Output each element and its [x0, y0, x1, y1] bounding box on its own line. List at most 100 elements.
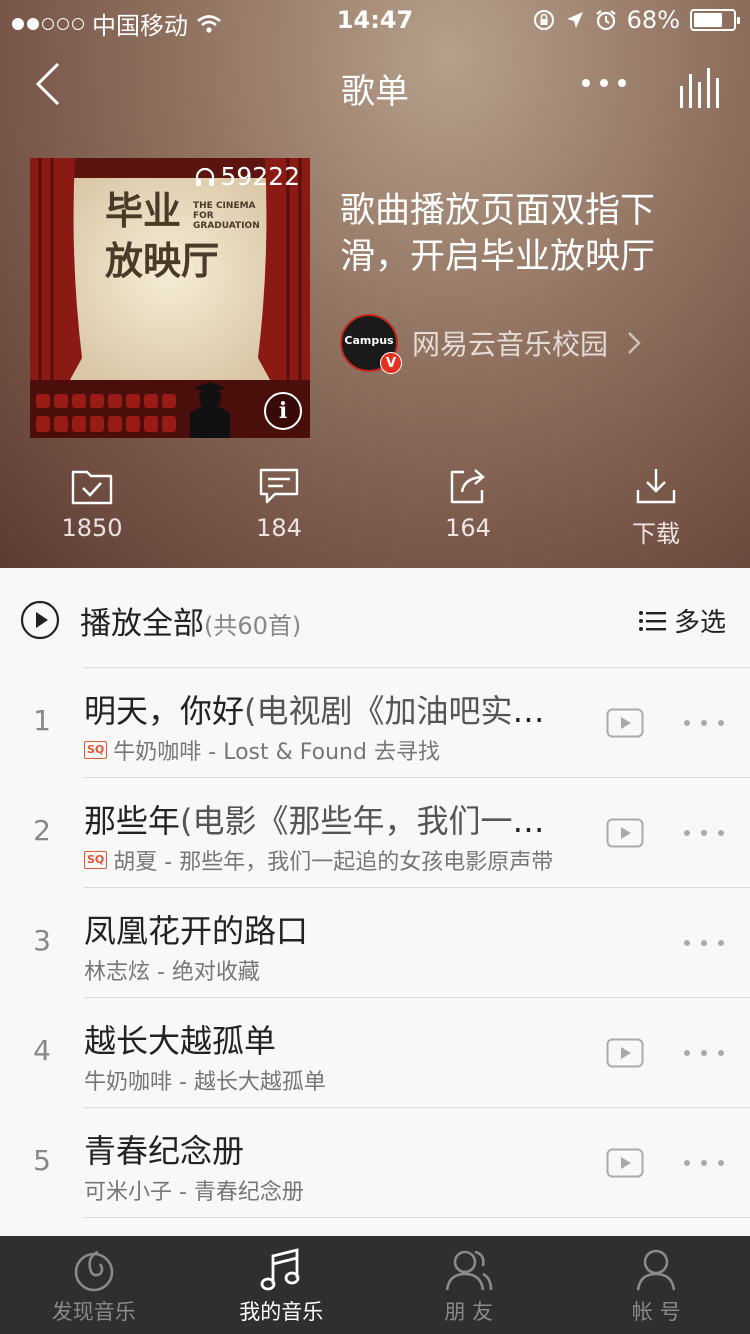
- song-subtitle: SQ 牛奶咖啡 - Lost & Found 去寻找: [84, 734, 564, 766]
- tab-my-music[interactable]: 我的音乐: [188, 1236, 376, 1334]
- cover-artwork: 毕业 放映厅 THE CINEMA FOR GRADUATION: [30, 158, 310, 438]
- mv-play-icon[interactable]: [606, 818, 644, 848]
- tab-friends-label: 朋 友: [444, 1300, 494, 1324]
- song-subtitle: 牛奶咖啡 - 越长大越孤单: [84, 1064, 564, 1096]
- play-count-value: 59222: [220, 162, 300, 191]
- comment-count: 184: [256, 514, 302, 542]
- cover-title-en-2: FOR: [193, 211, 214, 221]
- song-title-main: 凤凰花开的路口: [84, 912, 309, 950]
- creator-link[interactable]: Campus V 网易云音乐校园: [340, 314, 642, 374]
- share-icon: [450, 469, 485, 504]
- headphones-icon: [196, 167, 215, 186]
- tab-friends[interactable]: 朋 友: [375, 1236, 563, 1334]
- folder-check-icon: [71, 470, 113, 505]
- song-more-icon[interactable]: [684, 940, 724, 948]
- collect-count: 1850: [61, 514, 123, 542]
- download-button[interactable]: 下载: [596, 466, 716, 549]
- tab-discover[interactable]: 发现音乐: [0, 1236, 188, 1334]
- song-artist-album: 胡夏 - 那些年，我们一起追的女孩电影原声带: [113, 850, 554, 875]
- song-more-icon[interactable]: [684, 830, 724, 838]
- collect-button[interactable]: 1850: [32, 466, 152, 542]
- play-all-label[interactable]: 播放全部(共60首): [80, 598, 301, 643]
- song-subtitle: 林志炫 - 绝对收藏: [84, 954, 564, 986]
- tab-discover-label: 发现音乐: [51, 1300, 136, 1324]
- rotation-lock-icon: [533, 10, 554, 30]
- song-artist-album: 林志炫 - 绝对收藏: [84, 960, 260, 985]
- comment-button[interactable]: 184: [219, 466, 339, 542]
- tab-bar: 发现音乐 我的音乐 朋 友 帐 号: [0, 1236, 750, 1334]
- song-row[interactable]: 1 明天，你好(电视剧《加油吧实习生》插曲) SQ 牛奶咖啡 - Lost & Fou…: [0, 668, 750, 778]
- song-more-icon[interactable]: [684, 1160, 724, 1168]
- play-count: 59222: [194, 162, 300, 191]
- location-arrow-icon: [566, 12, 583, 28]
- song-index: 4: [33, 1034, 51, 1067]
- tab-my-music-label: 我的音乐: [239, 1300, 324, 1324]
- friends-icon: [445, 1250, 493, 1291]
- song-index: 2: [33, 814, 51, 847]
- mv-play-icon[interactable]: [606, 708, 644, 738]
- share-count: 164: [445, 514, 491, 542]
- cover-title-en-1: THE CINEMA: [193, 201, 256, 211]
- song-title-extra: (电视剧《加油吧实习生》插曲): [244, 692, 564, 730]
- comment-icon: [259, 468, 299, 504]
- song-title-extra: (电影《那些年，我们一起追的女孩》主题曲): [180, 802, 564, 840]
- mv-play-icon[interactable]: [606, 1038, 644, 1068]
- now-playing-bars-icon[interactable]: [676, 64, 726, 108]
- song-title-main: 越长大越孤单: [84, 1022, 277, 1060]
- status-bar: 中国移动 14:47 68%: [0, 0, 750, 40]
- song-index: 3: [33, 924, 51, 957]
- song-count: (共60首): [204, 612, 302, 640]
- playlist-title: 歌曲播放页面双指下滑，开启毕业放映厅: [340, 191, 656, 277]
- song-title: 越长大越孤单: [84, 1016, 564, 1062]
- song-artist-album: 牛奶咖啡 - Lost & Found 去寻找: [113, 740, 440, 765]
- share-button[interactable]: 164: [408, 466, 528, 542]
- song-list: 播放全部(共60首) 多选 1 明天，你好(电视剧《加油吧实习生》插曲) SQ 牛奶咖…: [0, 568, 750, 1236]
- cover-title-en-3: GRADUATION: [193, 221, 260, 231]
- song-title-main: 青春纪念册: [84, 1132, 245, 1170]
- song-title: 凤凰花开的路口: [84, 906, 564, 952]
- song-subtitle: SQ 胡夏 - 那些年，我们一起追的女孩电影原声带: [84, 844, 564, 876]
- account-icon: [636, 1249, 676, 1291]
- song-row[interactable]: 2 那些年(电影《那些年，我们一起追的女孩》主题曲) SQ 胡夏 - 那些年，我们一起…: [0, 778, 750, 888]
- battery-icon: [690, 9, 740, 31]
- nav-bar: 歌单: [0, 44, 750, 124]
- list-icon: [639, 610, 666, 631]
- song-index: 1: [33, 704, 51, 737]
- cover-title-cn-1: 毕业: [105, 189, 181, 233]
- download-label: 下载: [632, 520, 680, 548]
- cover-title-cn-2: 放映厅: [105, 239, 219, 283]
- song-subtitle: 可米小子 - 青春纪念册: [84, 1174, 564, 1206]
- song-title: 青春纪念册: [84, 1126, 564, 1172]
- song-title: 那些年(电影《那些年，我们一起追的女孩》主题曲): [84, 796, 564, 842]
- playlist-header: 中国移动 14:47 68% 歌单 毕业 放映厅 THE CINEMA FOR …: [0, 0, 750, 568]
- song-row[interactable]: 5 青春纪念册可米小子 - 青春纪念册: [0, 1108, 750, 1218]
- song-title-main: 明天，你好: [84, 692, 245, 730]
- song-more-icon[interactable]: [684, 1050, 724, 1058]
- song-index: 5: [33, 1144, 51, 1177]
- song-more-icon[interactable]: [684, 720, 724, 728]
- song-row[interactable]: 4 越长大越孤单牛奶咖啡 - 越长大越孤单: [0, 998, 750, 1108]
- action-row: 1850 184 164 下载: [0, 466, 750, 562]
- song-row[interactable]: 3 凤凰花开的路口林志炫 - 绝对收藏: [0, 888, 750, 998]
- creator-avatar: Campus V: [340, 314, 402, 374]
- tab-account[interactable]: 帐 号: [563, 1236, 750, 1334]
- play-all-bar[interactable]: 播放全部(共60首) 多选: [0, 568, 750, 668]
- battery-percent: 68%: [626, 6, 680, 34]
- creator-name: 网易云音乐校园: [412, 328, 609, 361]
- status-right: 68%: [533, 6, 740, 34]
- netease-logo-icon: [74, 1250, 114, 1292]
- play-all-text: 播放全部: [80, 606, 204, 642]
- multi-select-label: 多选: [674, 608, 727, 638]
- creator-avatar-text: Campus: [344, 334, 394, 347]
- divider: [84, 1217, 750, 1218]
- playlist-cover[interactable]: 毕业 放映厅 THE CINEMA FOR GRADUATION 59222 i: [30, 158, 310, 438]
- chevron-right-icon: [628, 332, 641, 354]
- tab-account-label: 帐 号: [631, 1300, 681, 1324]
- mv-play-icon[interactable]: [606, 1148, 644, 1178]
- sq-badge: SQ: [84, 851, 108, 869]
- info-icon[interactable]: i: [264, 392, 302, 430]
- play-circle-icon[interactable]: [20, 600, 60, 640]
- multi-select-button[interactable]: 多选: [638, 602, 726, 639]
- more-options-icon[interactable]: [582, 66, 638, 100]
- music-note-icon: [260, 1248, 300, 1291]
